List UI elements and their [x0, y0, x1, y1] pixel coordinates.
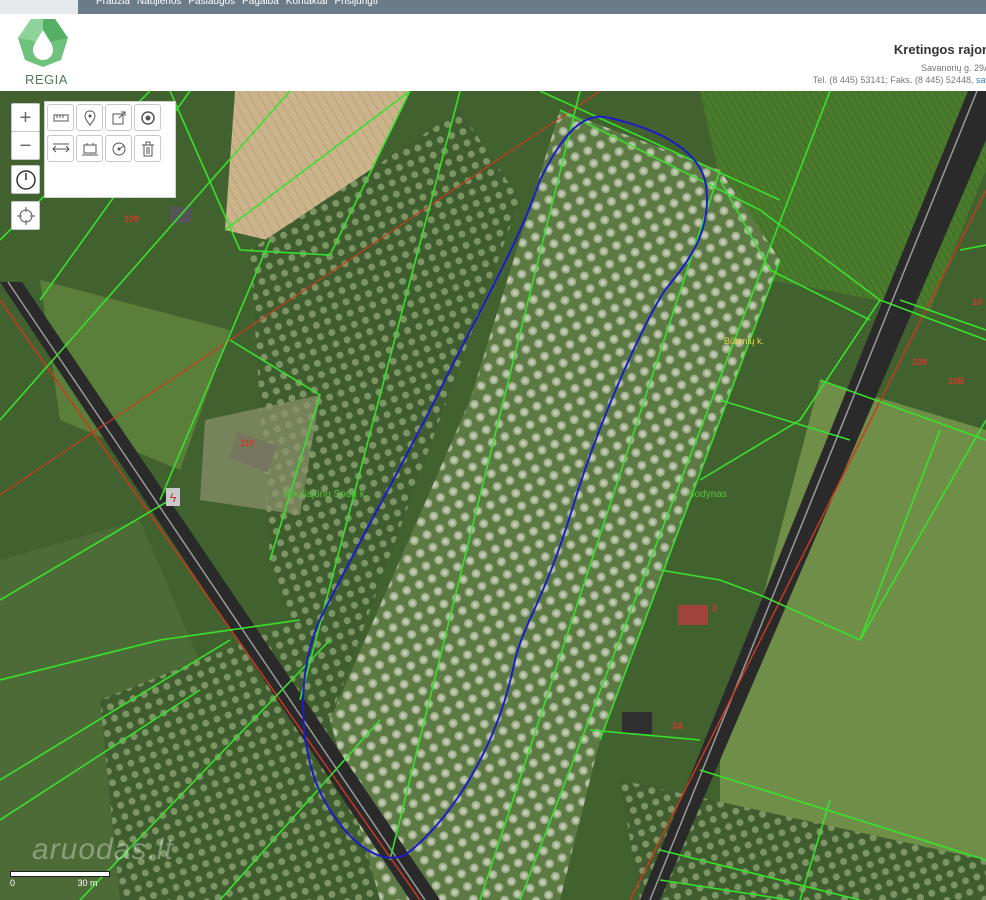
- parcel-label-110: 110: [240, 438, 255, 448]
- parcel-label-108: 108: [912, 357, 928, 367]
- nav-help[interactable]: Pagalba: [242, 0, 279, 8]
- zoom-in-button[interactable]: +: [11, 103, 40, 132]
- house-3: [678, 605, 708, 625]
- map-scale: 0 30 m: [10, 871, 110, 888]
- nav-services[interactable]: Paslaugos: [188, 0, 235, 8]
- house-3a: [622, 712, 652, 734]
- measure-ruler-tool[interactable]: [47, 104, 74, 131]
- phone-fax-text: Tel. (8 445) 53141; Faks. (8 445) 52448,: [812, 75, 974, 85]
- area-name-label-left: Mikalajūnų Sodų k.: [283, 489, 368, 500]
- main-nav: Pradžia Naujienos Paslaugos Pagalba Kont…: [96, 0, 378, 8]
- nav-news[interactable]: Naujienos: [137, 0, 181, 8]
- target-icon: [140, 110, 155, 125]
- parcel-label-3: 3: [712, 603, 718, 613]
- map-pin-icon: [83, 109, 96, 126]
- nav-home[interactable]: Pradžia: [96, 0, 130, 8]
- target-tool[interactable]: [134, 104, 161, 131]
- radius-search-tool[interactable]: [105, 135, 132, 162]
- distance-icon: [51, 143, 70, 152]
- top-navigation-bar: Pradžia Naujienos Paslaugos Pagalba Kont…: [0, 0, 986, 14]
- parcel-label-109: 109: [124, 214, 140, 224]
- aerial-map-canvas: ϟ: [0, 91, 986, 900]
- crosshair-icon: [16, 206, 35, 225]
- delete-tool[interactable]: [134, 135, 161, 162]
- tool-panel: [44, 101, 176, 198]
- power-toggle-button[interactable]: [11, 165, 40, 194]
- parcel-label-10: 10: [972, 297, 983, 307]
- parcel-label-10b: 10B: [948, 376, 965, 386]
- parcel-label-3a: 3A: [672, 721, 684, 731]
- regia-logo-icon[interactable]: [17, 18, 69, 68]
- measure-distance-tool[interactable]: [47, 135, 74, 162]
- logo-text: REGIA: [25, 72, 68, 87]
- export-tool[interactable]: [105, 104, 132, 131]
- measure-area-tool[interactable]: [76, 135, 103, 162]
- nav-login[interactable]: Prisijungti: [335, 0, 378, 8]
- export-icon: [112, 111, 125, 124]
- organization-contacts: Tel. (8 445) 53141; Faks. (8 445) 52448,…: [813, 75, 986, 85]
- zoom-out-button[interactable]: −: [11, 131, 40, 160]
- village-label: Būtenių k.: [724, 336, 765, 346]
- trash-icon: [141, 141, 154, 156]
- watermark-text: aruodas.lt: [32, 833, 174, 866]
- organization-link[interactable]: sav: [976, 75, 986, 85]
- power-dial-icon: [15, 169, 36, 190]
- locate-me-button[interactable]: [11, 201, 40, 230]
- area-name-label-right: Sodynas: [688, 489, 727, 500]
- scale-label-start: 0: [10, 878, 16, 888]
- area-icon: [81, 142, 98, 155]
- ruler-icon: [53, 114, 68, 121]
- nav-contacts[interactable]: Kontaktai: [286, 0, 328, 8]
- location-pin-tool[interactable]: [76, 104, 103, 131]
- organization-title: Kretingos rajon: [893, 42, 986, 57]
- map-view[interactable]: ϟ 109 110 108 10B 10 3 3A Būtenių k. Mik…: [0, 91, 986, 900]
- logo-tab: [0, 0, 78, 14]
- radius-icon: [112, 142, 125, 155]
- site-header: REGIA Kretingos rajon Savanorių g. 29A T…: [0, 14, 986, 92]
- svg-text:ϟ: ϟ: [170, 491, 177, 505]
- organization-info: Kretingos rajon Savanorių g. 29A Tel. (8…: [813, 42, 986, 85]
- scale-labels: 0 30 m: [10, 878, 110, 888]
- scale-bar: [10, 871, 110, 877]
- organization-address: Savanorių g. 29A: [920, 63, 986, 73]
- scale-label-end: 30 m: [77, 878, 98, 888]
